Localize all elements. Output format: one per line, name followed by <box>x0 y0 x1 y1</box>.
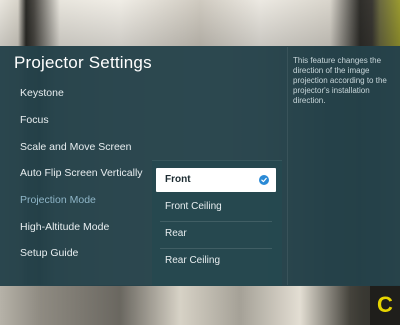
option-label: Rear Ceiling <box>165 255 221 266</box>
checkmark-circle-icon <box>259 175 269 185</box>
menu-item-setup-guide[interactable]: Setup Guide <box>20 247 78 259</box>
background-photo-top <box>0 0 400 46</box>
option-rear-ceiling[interactable]: Rear Ceiling <box>156 249 276 273</box>
menu-item-high-altitude[interactable]: High-Altitude Mode <box>20 221 109 233</box>
menu-item-auto-flip[interactable]: Auto Flip Screen Vertically <box>20 167 143 179</box>
menu-item-scale-move-screen[interactable]: Scale and Move Screen <box>20 141 131 153</box>
background-corner-badge: C <box>370 285 400 325</box>
page-title: Projector Settings <box>14 53 152 72</box>
background-photo-bottom <box>0 285 400 325</box>
menu-item-keystone[interactable]: Keystone <box>20 87 64 99</box>
option-label: Rear <box>165 228 187 239</box>
option-front[interactable]: Front <box>156 168 276 192</box>
option-rear[interactable]: Rear <box>156 222 276 246</box>
help-description: This feature changes the direction of th… <box>293 56 387 105</box>
menu-item-projection-mode[interactable]: Projection Mode <box>20 194 96 206</box>
option-label: Front <box>165 174 191 185</box>
option-front-ceiling[interactable]: Front Ceiling <box>156 195 276 219</box>
option-label: Front Ceiling <box>165 201 222 212</box>
panel-divider <box>287 47 288 285</box>
menu-item-focus[interactable]: Focus <box>20 114 49 126</box>
